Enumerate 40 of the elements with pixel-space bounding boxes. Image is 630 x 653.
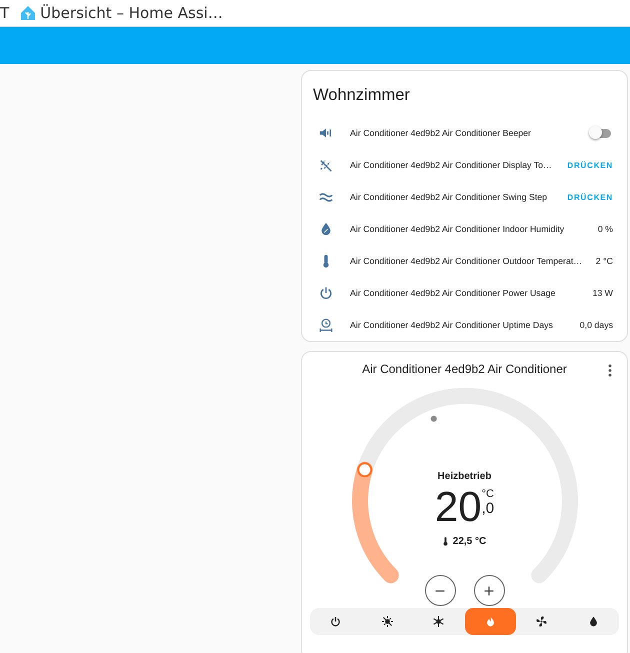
entity-value: 13 W: [592, 288, 613, 298]
card-title: Wohnzimmer: [312, 85, 411, 106]
toggle-switch[interactable]: [591, 128, 611, 138]
speaker-icon: [319, 126, 333, 140]
current-temperature: 22,5 °C: [452, 536, 486, 547]
decrease-button[interactable]: −: [424, 575, 456, 606]
entity-value: 0,0 days: [580, 320, 613, 330]
power-icon: [330, 616, 342, 627]
entity-name: Air Conditioner 4ed9b2 Air Conditioner Indoor Humidity: [350, 224, 566, 234]
thermometer-icon: [442, 537, 448, 546]
current-temperature-marker: [430, 416, 436, 422]
tab-text[interactable]: T: [0, 4, 10, 22]
card-title: Air Conditioner 4ed9b2 Air Conditioner: [361, 362, 568, 376]
water-drop-icon: [319, 222, 333, 236]
entity-name: Air Conditioner 4ed9b2 Air Conditioner Beeper: [350, 128, 532, 138]
flame-icon: [484, 616, 496, 627]
power-icon: [319, 286, 333, 300]
water-drop-icon: [588, 616, 599, 627]
snowflake-icon: [433, 616, 444, 627]
entity-name: Air Conditioner 4ed9b2 Air Conditioner Power Usage: [350, 288, 556, 298]
entity-value: 0 %: [598, 224, 613, 234]
entity-name: Air Conditioner 4ed9b2 Air Conditioner Uptime Days: [350, 320, 554, 330]
entity-value: 2 °C: [596, 256, 613, 266]
clock-icon: [319, 318, 333, 332]
more-options-icon[interactable]: [608, 364, 612, 377]
entity-name: Air Conditioner 4ed9b2 Air Conditioner Swing Step: [350, 192, 548, 202]
target-decimal: ,0: [482, 500, 494, 518]
house-icon: [20, 5, 36, 21]
unit-label: °C: [482, 488, 494, 500]
entity-name: Air Conditioner 4ed9b2 Air Conditioner Outdoor Temperat…: [350, 256, 584, 266]
display-off-icon: [319, 158, 333, 172]
fan-icon: [536, 616, 548, 627]
tab-title[interactable]: Übersicht – Home Assi…: [40, 4, 223, 22]
entity-name: Air Conditioner 4ed9b2 Air Conditioner Display To…: [350, 160, 553, 170]
mode-label: Heizbetrieb: [438, 471, 492, 482]
increase-button[interactable]: +: [474, 575, 504, 606]
waves-icon: [319, 190, 333, 204]
sun-slash-icon: [382, 616, 393, 627]
target-temperature: 20: [434, 486, 482, 528]
dial-handle[interactable]: [356, 462, 372, 478]
